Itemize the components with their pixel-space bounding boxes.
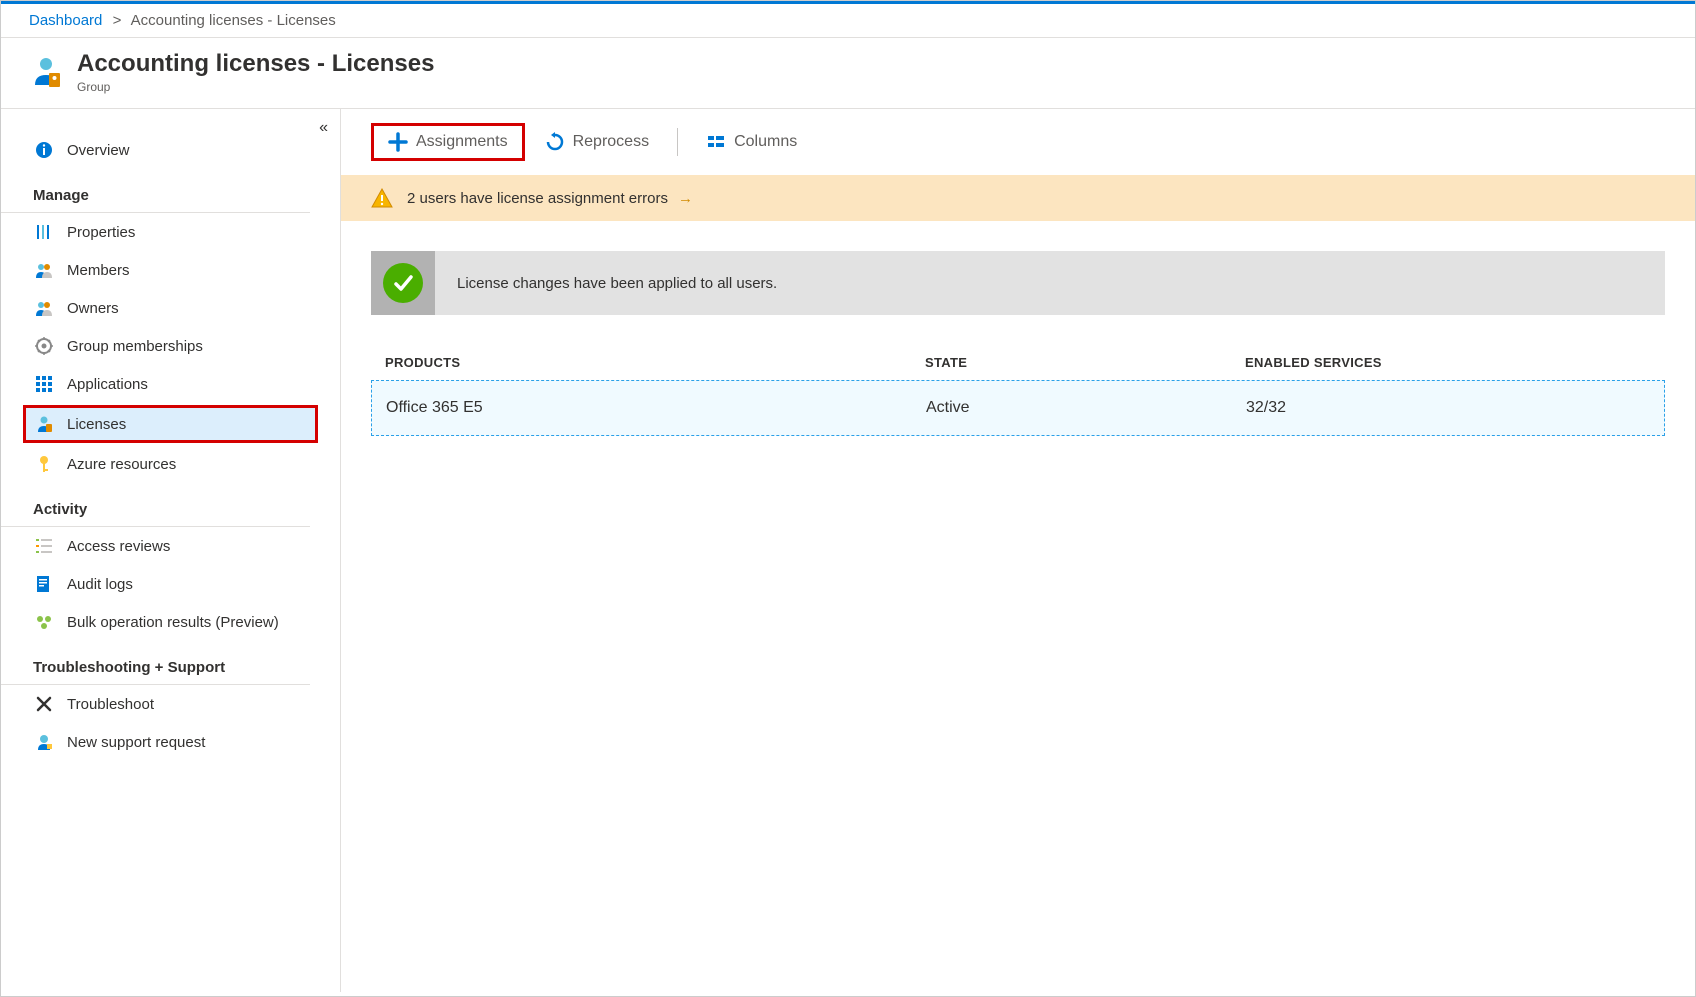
sidebar-item-label: Audit logs [67, 576, 133, 593]
breadcrumb-separator: > [113, 12, 122, 29]
sidebar-item-properties[interactable]: Properties [1, 213, 340, 251]
sidebar-item-label: Owners [67, 300, 119, 317]
breadcrumb-current: Accounting licenses - Licenses [131, 12, 336, 29]
sidebar-item-label: Azure resources [67, 456, 176, 473]
cell-product: Office 365 E5 [386, 399, 926, 417]
sidebar-item-label: Members [67, 262, 130, 279]
sidebar-item-licenses[interactable]: Licenses [23, 405, 318, 443]
sidebar-item-overview[interactable]: Overview [1, 131, 340, 169]
page-subtitle: Group [77, 80, 434, 94]
sidebar-item-bulk-operation[interactable]: Bulk operation results (Preview) [1, 603, 340, 641]
columns-button[interactable]: Columns [692, 126, 811, 158]
support-icon [35, 733, 53, 751]
cell-state: Active [926, 399, 1246, 417]
success-text: License changes have been applied to all… [457, 275, 777, 292]
apps-grid-icon [35, 375, 53, 393]
sidebar-item-group-memberships[interactable]: Group memberships [1, 327, 340, 365]
owners-icon [35, 299, 53, 317]
sidebar-item-label: Access reviews [67, 538, 170, 555]
breadcrumb: Dashboard > Accounting licenses - Licens… [1, 4, 1695, 38]
sidebar-nav: « Overview Manage Properties Members Own [1, 109, 341, 992]
columns-icon [706, 132, 726, 152]
cell-services: 32/32 [1246, 399, 1650, 417]
licenses-table: PRODUCTS STATE ENABLED SERVICES Office 3… [371, 345, 1665, 436]
sidebar-section-troubleshoot: Troubleshooting + Support [1, 649, 310, 685]
toolbar-label: Reprocess [573, 133, 649, 151]
license-icon [35, 415, 53, 433]
sidebar-item-label: New support request [67, 734, 205, 751]
gear-icon [35, 337, 53, 355]
plus-icon [388, 132, 408, 152]
sidebar-item-label: Applications [67, 376, 148, 393]
content-pane: Assignments Reprocess Columns 2 users ha… [341, 109, 1695, 992]
success-banner: License changes have been applied to all… [371, 251, 1665, 315]
col-header-state[interactable]: STATE [925, 355, 1245, 370]
col-header-services[interactable]: ENABLED SERVICES [1245, 355, 1651, 370]
sidebar-item-label: Group memberships [67, 338, 203, 355]
members-icon [35, 261, 53, 279]
main-layout: « Overview Manage Properties Members Own [1, 109, 1695, 992]
info-icon [35, 141, 53, 159]
sidebar-item-label: Licenses [67, 416, 126, 433]
assignments-button[interactable]: Assignments [371, 123, 525, 161]
sidebar-item-audit-logs[interactable]: Audit logs [1, 565, 340, 603]
sidebar-item-access-reviews[interactable]: Access reviews [1, 527, 340, 565]
arrow-right-icon: → [678, 190, 693, 207]
refresh-icon [545, 132, 565, 152]
sidebar-item-new-support[interactable]: New support request [1, 723, 340, 761]
key-icon [35, 455, 53, 473]
warning-text: 2 users have license assignment errors [407, 190, 668, 207]
sidebar-item-owners[interactable]: Owners [1, 289, 340, 327]
toolbar-label: Assignments [416, 133, 508, 151]
sidebar-item-azure-resources[interactable]: Azure resources [1, 445, 340, 483]
sliders-icon [35, 223, 53, 241]
sidebar-item-troubleshoot[interactable]: Troubleshoot [1, 685, 340, 723]
success-icon-block [371, 251, 435, 315]
table-row[interactable]: Office 365 E5 Active 32/32 [371, 380, 1665, 436]
check-circle-icon [383, 263, 423, 303]
log-icon [35, 575, 53, 593]
bulk-icon [35, 613, 53, 631]
checklist-icon [35, 537, 53, 555]
breadcrumb-dashboard-link[interactable]: Dashboard [29, 12, 102, 29]
col-header-products[interactable]: PRODUCTS [385, 355, 925, 370]
toolbar-label: Columns [734, 133, 797, 151]
sidebar-section-activity: Activity [1, 491, 310, 527]
sidebar-item-label: Bulk operation results (Preview) [67, 614, 279, 631]
toolbar: Assignments Reprocess Columns [341, 109, 1695, 175]
page-title: Accounting licenses - Licenses [77, 50, 434, 78]
sidebar-item-members[interactable]: Members [1, 251, 340, 289]
collapse-sidebar-button[interactable]: « [319, 119, 328, 137]
sidebar-section-manage: Manage [1, 177, 310, 213]
sidebar-item-applications[interactable]: Applications [1, 365, 340, 403]
group-license-icon [29, 55, 63, 89]
reprocess-button[interactable]: Reprocess [531, 126, 663, 158]
warning-banner[interactable]: 2 users have license assignment errors → [341, 175, 1695, 221]
sidebar-item-label: Properties [67, 224, 135, 241]
page-header: Accounting licenses - Licenses Group [1, 38, 1695, 109]
sidebar-item-label: Overview [67, 142, 130, 159]
warning-icon [371, 187, 393, 209]
toolbar-separator [677, 128, 678, 156]
tools-icon [35, 695, 53, 713]
sidebar-item-label: Troubleshoot [67, 696, 154, 713]
table-header-row: PRODUCTS STATE ENABLED SERVICES [371, 345, 1665, 380]
